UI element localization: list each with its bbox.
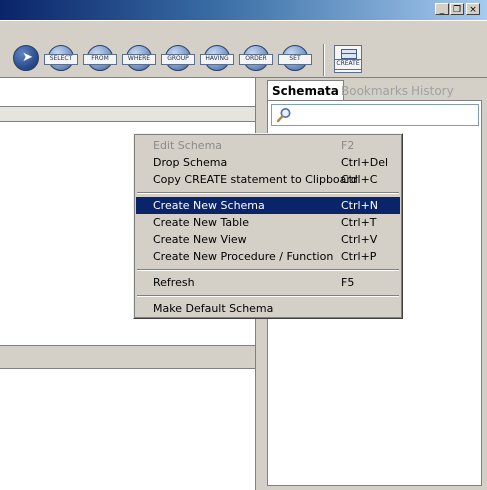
order-tool-label: ORDER [239, 54, 273, 65]
from-tool-label: FROM [83, 54, 117, 65]
where-tool-label: WHERE [122, 54, 156, 65]
minimize-button[interactable]: _ [435, 3, 449, 15]
menu-item-label: Make Default Schema [153, 302, 274, 315]
where-tool-button[interactable]: WHERE [122, 45, 156, 71]
query-toolbar: ➤ SELECT FROM WHERE GROUP HAVING ORDER S… [0, 20, 487, 78]
menu-item-create-new-table[interactable]: Create New Table Ctrl+T [136, 214, 400, 231]
menu-item-label: Edit Schema [153, 139, 223, 152]
group-tool-button[interactable]: GROUP [161, 45, 195, 71]
table-grid-icon [341, 49, 357, 59]
having-tool-label: HAVING [200, 54, 234, 65]
restore-button[interactable]: ❐ [450, 3, 464, 15]
menu-item-shortcut: Ctrl+N [341, 199, 379, 212]
tab-bookmarks[interactable]: Bookmarks [337, 82, 412, 100]
close-button[interactable]: × [466, 3, 480, 15]
menu-item-label: Refresh [153, 276, 195, 289]
menu-item-label: Create New Procedure / Function [153, 250, 334, 263]
menu-item-create-new-schema[interactable]: Create New Schema Ctrl+N [136, 197, 400, 214]
menu-item-label: Create New Table [153, 216, 249, 229]
schema-search-input[interactable] [271, 104, 479, 126]
menu-item-shortcut: Ctrl+V [341, 233, 378, 246]
order-tool-button[interactable]: ORDER [239, 45, 273, 71]
menu-separator [137, 295, 399, 297]
menu-item-shortcut: F5 [341, 276, 355, 289]
select-tool-button[interactable]: SELECT [44, 45, 78, 71]
menu-item-shortcut: F2 [341, 139, 355, 152]
menu-item-make-default-schema[interactable]: Make Default Schema [136, 300, 400, 317]
result-area-divider[interactable] [0, 345, 257, 369]
menu-item-shortcut: Ctrl+P [341, 250, 377, 263]
menu-item-label: Create New Schema [153, 199, 265, 212]
group-tool-label: GROUP [161, 54, 195, 65]
select-tool-label: SELECT [44, 54, 78, 65]
menu-separator [137, 269, 399, 271]
create-tool-button[interactable]: CREATE [334, 45, 362, 73]
menu-item-refresh[interactable]: Refresh F5 [136, 274, 400, 291]
menu-separator [137, 192, 399, 194]
menu-item-label: Copy CREATE statement to Clipboard [153, 173, 358, 186]
title-bar: _ ❐ × [0, 0, 487, 20]
menu-item-create-new-view[interactable]: Create New View Ctrl+V [136, 231, 400, 248]
menu-item-drop-schema[interactable]: Drop Schema Ctrl+Del [136, 154, 400, 171]
create-tool-label: CREATE [334, 59, 362, 70]
having-tool-button[interactable]: HAVING [200, 45, 234, 71]
schema-context-menu: Edit Schema F2 Drop Schema Ctrl+Del Copy… [133, 133, 403, 319]
menu-item-shortcut: Ctrl+C [341, 173, 378, 186]
menu-item-label: Drop Schema [153, 156, 228, 169]
menu-item-copy-create-statement[interactable]: Copy CREATE statement to Clipboard Ctrl+… [136, 171, 400, 188]
menu-item-shortcut: Ctrl+Del [341, 156, 389, 169]
query-area-header [0, 106, 257, 122]
from-tool-button[interactable]: FROM [83, 45, 117, 71]
tab-schemata[interactable]: Schemata [267, 80, 344, 100]
tab-history[interactable]: History [407, 82, 458, 100]
menu-item-label: Create New View [153, 233, 247, 246]
set-tool-label: SET [278, 54, 312, 65]
toolbar-separator [323, 44, 325, 76]
menu-item-create-new-procedure[interactable]: Create New Procedure / Function Ctrl+P [136, 248, 400, 265]
pointer-tool-button[interactable]: ➤ [13, 45, 39, 71]
set-tool-button[interactable]: SET [278, 45, 312, 71]
menu-item-shortcut: Ctrl+T [341, 216, 377, 229]
menu-item-edit-schema[interactable]: Edit Schema F2 [136, 137, 400, 154]
cursor-arrow-icon: ➤ [22, 50, 33, 65]
search-icon [276, 108, 291, 123]
